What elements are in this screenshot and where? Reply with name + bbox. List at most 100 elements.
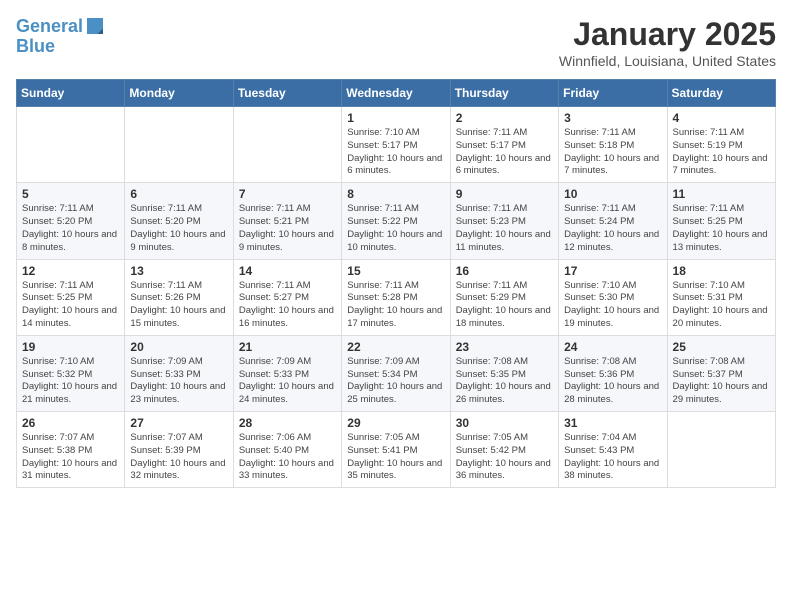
calendar-cell: 8Sunrise: 7:11 AMSunset: 5:22 PMDaylight…	[342, 183, 450, 259]
weekday-header: Friday	[559, 80, 667, 107]
day-info: Sunrise: 7:05 AMSunset: 5:42 PMDaylight:…	[456, 432, 553, 483]
day-info: Sunrise: 7:11 AMSunset: 5:25 PMDaylight:…	[673, 203, 770, 254]
day-number: 11	[673, 187, 770, 201]
page-header: General Blue January 2025 Winnfield, Lou…	[16, 16, 776, 69]
calendar-cell	[233, 107, 341, 183]
day-info: Sunrise: 7:09 AMSunset: 5:34 PMDaylight:…	[347, 356, 444, 407]
calendar-cell	[17, 107, 125, 183]
calendar-cell: 1Sunrise: 7:10 AMSunset: 5:17 PMDaylight…	[342, 107, 450, 183]
calendar-table: SundayMondayTuesdayWednesdayThursdayFrid…	[16, 79, 776, 488]
calendar-cell: 12 Sunrise: 7:11 AMSunset: 5:25 PMDayligh…	[17, 259, 125, 335]
calendar-week-row: 5 Sunrise: 7:11 AMSunset: 5:20 PMDaylight…	[17, 183, 776, 259]
day-number: 3	[564, 111, 661, 125]
day-info: Sunrise: 7:11 AMSunset: 5:24 PMDaylight:…	[564, 203, 661, 254]
weekday-header: Saturday	[667, 80, 775, 107]
day-info: Sunrise: 7:11 AMSunset: 5:27 PMDaylight:…	[239, 280, 336, 331]
day-info: Sunrise: 7:11 AMSunset: 5:29 PMDaylight:…	[456, 280, 553, 331]
day-number: 21	[239, 340, 336, 354]
day-info: Sunrise: 7:11 AMSunset: 5:23 PMDaylight:…	[456, 203, 553, 254]
day-info: Sunrise: 7:06 AMSunset: 5:40 PMDaylight:…	[239, 432, 336, 483]
calendar-cell: 29Sunrise: 7:05 AMSunset: 5:41 PMDayligh…	[342, 412, 450, 488]
calendar-cell: 19 Sunrise: 7:10 AMSunset: 5:32 PMDayligh…	[17, 335, 125, 411]
day-info: Sunrise: 7:09 AMSunset: 5:33 PMDaylight:…	[130, 356, 227, 407]
calendar-cell	[125, 107, 233, 183]
day-number: 22	[347, 340, 444, 354]
calendar-cell: 15 Sunrise: 7:11 AMSunset: 5:28 PMDayligh…	[342, 259, 450, 335]
day-number: 26	[22, 416, 119, 430]
day-info: Sunrise: 7:11 AMSunset: 5:17 PMDaylight:…	[456, 127, 553, 178]
day-info: Sunrise: 7:08 AMSunset: 5:37 PMDaylight:…	[673, 356, 770, 407]
calendar-cell: 22 Sunrise: 7:09 AMSunset: 5:34 PMDayligh…	[342, 335, 450, 411]
day-info: Sunrise: 7:04 AMSunset: 5:43 PMDaylight:…	[564, 432, 661, 483]
day-number: 17	[564, 264, 661, 278]
day-info: Sunrise: 7:11 AMSunset: 5:26 PMDaylight:…	[130, 280, 227, 331]
day-info: Sunrise: 7:11 AMSunset: 5:18 PMDaylight:…	[564, 127, 661, 178]
title-block: January 2025 Winnfield, Louisiana, Unite…	[559, 16, 776, 69]
day-number: 15	[347, 264, 444, 278]
calendar-cell: 3 Sunrise: 7:11 AMSunset: 5:18 PMDaylight…	[559, 107, 667, 183]
day-number: 25	[673, 340, 770, 354]
day-info: Sunrise: 7:11 AMSunset: 5:19 PMDaylight:…	[673, 127, 770, 178]
day-number: 7	[239, 187, 336, 201]
calendar-cell: 28Sunrise: 7:06 AMSunset: 5:40 PMDayligh…	[233, 412, 341, 488]
calendar-cell: 7 Sunrise: 7:11 AMSunset: 5:21 PMDaylight…	[233, 183, 341, 259]
day-number: 5	[22, 187, 119, 201]
weekday-header: Tuesday	[233, 80, 341, 107]
day-info: Sunrise: 7:10 AMSunset: 5:30 PMDaylight:…	[564, 280, 661, 331]
calendar-cell: 13 Sunrise: 7:11 AMSunset: 5:26 PMDayligh…	[125, 259, 233, 335]
calendar-cell: 26 Sunrise: 7:07 AMSunset: 5:38 PMDayligh…	[17, 412, 125, 488]
day-number: 10	[564, 187, 661, 201]
day-number: 1	[347, 111, 444, 125]
day-number: 30	[456, 416, 553, 430]
day-info: Sunrise: 7:07 AMSunset: 5:39 PMDaylight:…	[130, 432, 227, 483]
weekday-header: Monday	[125, 80, 233, 107]
day-info: Sunrise: 7:08 AMSunset: 5:36 PMDaylight:…	[564, 356, 661, 407]
day-info: Sunrise: 7:10 AMSunset: 5:31 PMDaylight:…	[673, 280, 770, 331]
day-number: 16	[456, 264, 553, 278]
calendar-cell: 23 Sunrise: 7:08 AMSunset: 5:35 PMDayligh…	[450, 335, 558, 411]
day-number: 6	[130, 187, 227, 201]
calendar-cell: 18 Sunrise: 7:10 AMSunset: 5:31 PMDayligh…	[667, 259, 775, 335]
calendar-cell: 20 Sunrise: 7:09 AMSunset: 5:33 PMDayligh…	[125, 335, 233, 411]
logo-text-blue: Blue	[16, 36, 55, 58]
day-number: 12	[22, 264, 119, 278]
calendar-week-row: 12 Sunrise: 7:11 AMSunset: 5:25 PMDayligh…	[17, 259, 776, 335]
logo: General Blue	[16, 16, 105, 57]
calendar-cell: 9 Sunrise: 7:11 AMSunset: 5:23 PMDaylight…	[450, 183, 558, 259]
day-info: Sunrise: 7:11 AMSunset: 5:21 PMDaylight:…	[239, 203, 336, 254]
day-number: 13	[130, 264, 227, 278]
logo-icon	[85, 16, 105, 36]
location: Winnfield, Louisiana, United States	[559, 53, 776, 69]
calendar-cell: 17 Sunrise: 7:10 AMSunset: 5:30 PMDayligh…	[559, 259, 667, 335]
month-title: January 2025	[559, 16, 776, 53]
calendar-cell: 14 Sunrise: 7:11 AMSunset: 5:27 PMDayligh…	[233, 259, 341, 335]
calendar-cell: 25 Sunrise: 7:08 AMSunset: 5:37 PMDayligh…	[667, 335, 775, 411]
calendar-cell: 16 Sunrise: 7:11 AMSunset: 5:29 PMDayligh…	[450, 259, 558, 335]
calendar-cell: 10 Sunrise: 7:11 AMSunset: 5:24 PMDayligh…	[559, 183, 667, 259]
calendar-cell	[667, 412, 775, 488]
calendar-cell: 5 Sunrise: 7:11 AMSunset: 5:20 PMDaylight…	[17, 183, 125, 259]
day-info: Sunrise: 7:11 AMSunset: 5:20 PMDaylight:…	[22, 203, 119, 254]
day-number: 29	[347, 416, 444, 430]
day-info: Sunrise: 7:11 AMSunset: 5:20 PMDaylight:…	[130, 203, 227, 254]
weekday-header: Wednesday	[342, 80, 450, 107]
calendar-cell: 24Sunrise: 7:08 AMSunset: 5:36 PMDayligh…	[559, 335, 667, 411]
day-info: Sunrise: 7:10 AMSunset: 5:32 PMDaylight:…	[22, 356, 119, 407]
calendar-cell: 11 Sunrise: 7:11 AMSunset: 5:25 PMDayligh…	[667, 183, 775, 259]
day-info: Sunrise: 7:09 AMSunset: 5:33 PMDaylight:…	[239, 356, 336, 407]
day-info: Sunrise: 7:11 AMSunset: 5:28 PMDaylight:…	[347, 280, 444, 331]
weekday-header: Sunday	[17, 80, 125, 107]
day-number: 9	[456, 187, 553, 201]
day-number: 19	[22, 340, 119, 354]
day-number: 20	[130, 340, 227, 354]
day-info: Sunrise: 7:11 AMSunset: 5:25 PMDaylight:…	[22, 280, 119, 331]
day-info: Sunrise: 7:07 AMSunset: 5:38 PMDaylight:…	[22, 432, 119, 483]
day-number: 14	[239, 264, 336, 278]
day-number: 23	[456, 340, 553, 354]
calendar-cell: 4Sunrise: 7:11 AMSunset: 5:19 PMDaylight…	[667, 107, 775, 183]
day-info: Sunrise: 7:08 AMSunset: 5:35 PMDaylight:…	[456, 356, 553, 407]
calendar-cell: 6 Sunrise: 7:11 AMSunset: 5:20 PMDaylight…	[125, 183, 233, 259]
calendar-cell: 2Sunrise: 7:11 AMSunset: 5:17 PMDaylight…	[450, 107, 558, 183]
day-number: 18	[673, 264, 770, 278]
calendar-cell: 21 Sunrise: 7:09 AMSunset: 5:33 PMDayligh…	[233, 335, 341, 411]
